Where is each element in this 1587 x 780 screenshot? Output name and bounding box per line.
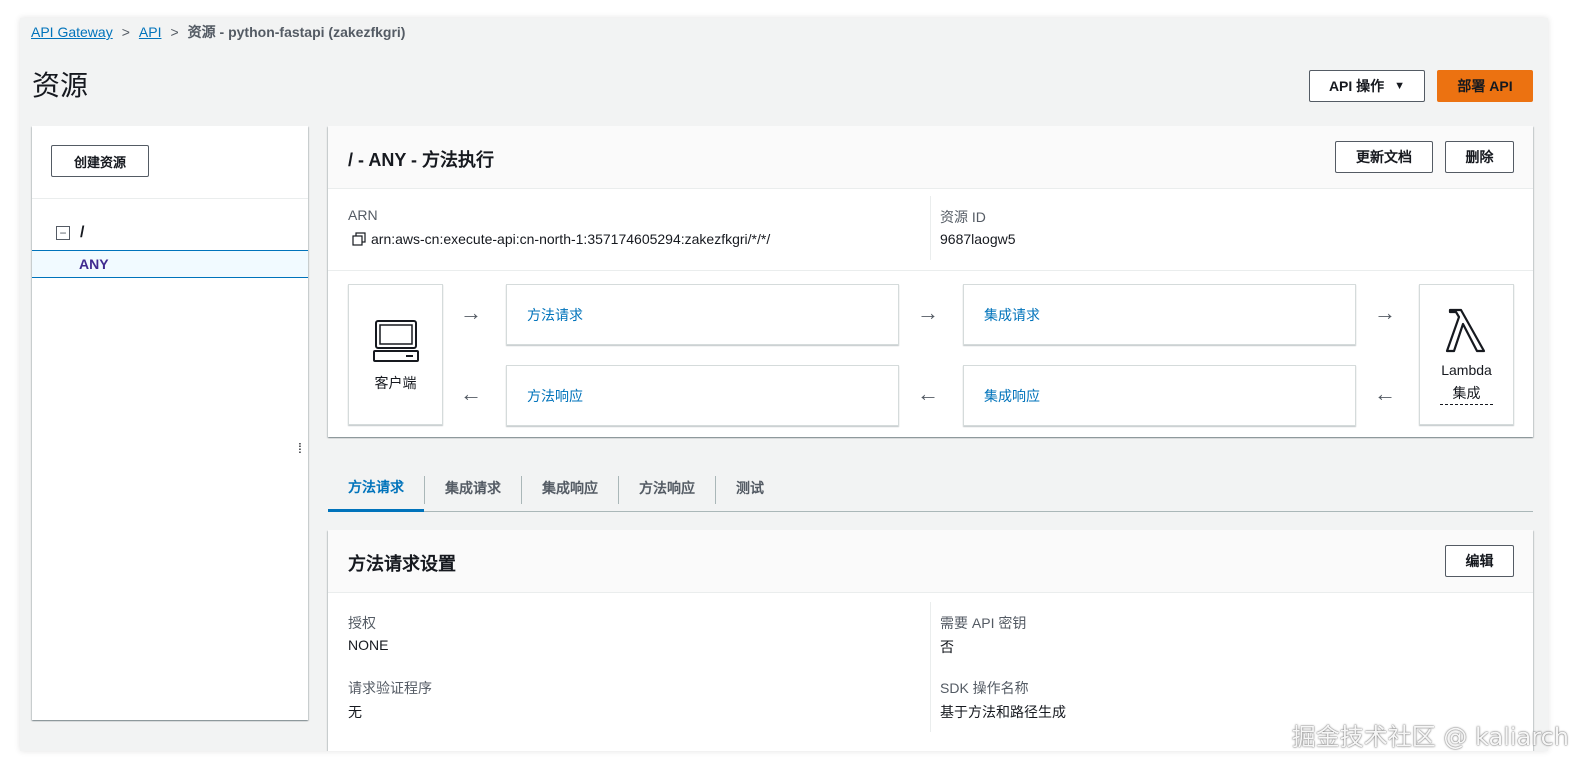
breadcrumb: API Gateway > API > 资源 - python-fastapi … [31, 22, 405, 42]
tree-method-any[interactable]: ANY [32, 250, 308, 278]
integration-response-link[interactable]: 集成响应 [984, 386, 1040, 406]
chevron-right-icon: > [121, 24, 130, 40]
arrow-left-icon: ← [460, 381, 482, 406]
tab-method-response[interactable]: 方法响应 [619, 464, 715, 512]
method-response-link[interactable]: 方法响应 [527, 386, 583, 406]
client-box: 客户端 [348, 284, 443, 425]
arrow-right-icon: → [1374, 300, 1396, 325]
breadcrumb-current: 资源 - python-fastapi (zakezfkgri) [187, 24, 406, 40]
method-execution-panel: / - ANY - 方法执行 更新文档 删除 ARN arn:aws-cn:ex… [328, 126, 1533, 437]
integration-request-link[interactable]: 集成请求 [984, 305, 1040, 325]
tab-test[interactable]: 测试 [716, 464, 784, 512]
sdk-operation-name-label: SDK 操作名称 [940, 680, 1029, 696]
page-title: 资源 [32, 70, 89, 101]
resource-tree-panel: 创建资源 − / ANY [32, 126, 308, 720]
lambda-label: Lambda [1441, 362, 1492, 378]
tab-method-request[interactable]: 方法请求 [328, 464, 424, 512]
arrow-left-icon: ← [917, 381, 939, 406]
resize-handle-icon[interactable]: ⁞ [298, 440, 302, 456]
console-window: API Gateway > API > 资源 - python-fastapi … [20, 18, 1548, 751]
method-execution-title: / - ANY - 方法执行 [348, 150, 495, 170]
tab-integration-request[interactable]: 集成请求 [425, 464, 521, 512]
edit-button[interactable]: 编辑 [1445, 545, 1514, 577]
tree-root-label: / [80, 224, 85, 241]
arrow-right-icon: → [917, 300, 939, 325]
settings-header: 方法请求设置 编辑 [328, 530, 1533, 593]
breadcrumb-api[interactable]: API [139, 24, 162, 40]
divider [328, 270, 1533, 271]
divider [32, 198, 308, 199]
resource-id-label: 资源 ID [940, 209, 986, 225]
laptop-icon [373, 319, 419, 368]
sdk-operation-name-value: 基于方法和路径生成 [940, 704, 1066, 720]
watermark: 掘金技术社区 @ kaliarch [1291, 723, 1569, 751]
integration-response-box[interactable]: 集成响应 [963, 365, 1356, 426]
api-actions-button[interactable]: API 操作 ▼ [1309, 70, 1425, 102]
method-execution-header: / - ANY - 方法执行 更新文档 删除 [328, 126, 1533, 189]
arn-label: ARN [348, 207, 378, 223]
tree-root-node[interactable]: − / [56, 224, 84, 242]
lambda-box: Lambda 集成 [1419, 284, 1514, 425]
lambda-integration-link[interactable]: 集成 [1440, 383, 1493, 405]
method-response-box[interactable]: 方法响应 [506, 365, 899, 426]
chevron-right-icon: > [170, 24, 179, 40]
copy-icon[interactable] [352, 232, 366, 246]
api-actions-label: API 操作 [1328, 78, 1385, 94]
deploy-api-button[interactable]: 部署 API [1437, 70, 1533, 102]
breadcrumb-api-gateway[interactable]: API Gateway [31, 24, 113, 40]
request-validator-value: 无 [348, 704, 362, 720]
request-validator-label: 请求验证程序 [348, 680, 432, 696]
api-key-required-value: 否 [940, 639, 954, 655]
arrow-right-icon: → [460, 300, 482, 325]
arrow-left-icon: ← [1374, 381, 1396, 406]
client-label: 客户端 [374, 375, 417, 391]
lambda-icon [1444, 307, 1490, 360]
divider [930, 602, 931, 732]
authorization-value: NONE [348, 637, 389, 653]
resource-id-value: 9687laogw5 [940, 231, 1016, 247]
tab-bar: 方法请求 集成请求 集成响应 方法响应 测试 [328, 464, 1533, 512]
tab-integration-response[interactable]: 集成响应 [522, 464, 618, 512]
delete-button[interactable]: 删除 [1445, 141, 1514, 173]
method-request-link[interactable]: 方法请求 [527, 305, 583, 325]
api-key-required-label: 需要 API 密钥 [940, 615, 1027, 631]
settings-title: 方法请求设置 [348, 554, 456, 574]
authorization-label: 授权 [348, 615, 376, 631]
collapse-icon[interactable]: − [56, 226, 70, 240]
update-docs-button[interactable]: 更新文档 [1335, 141, 1433, 173]
arn-value: arn:aws-cn:execute-api:cn-north-1:357174… [371, 231, 771, 247]
divider [930, 196, 931, 260]
integration-request-box[interactable]: 集成请求 [963, 284, 1356, 345]
create-resource-button[interactable]: 创建资源 [51, 145, 149, 177]
method-request-box[interactable]: 方法请求 [506, 284, 899, 345]
caret-down-icon: ▼ [1394, 80, 1406, 92]
